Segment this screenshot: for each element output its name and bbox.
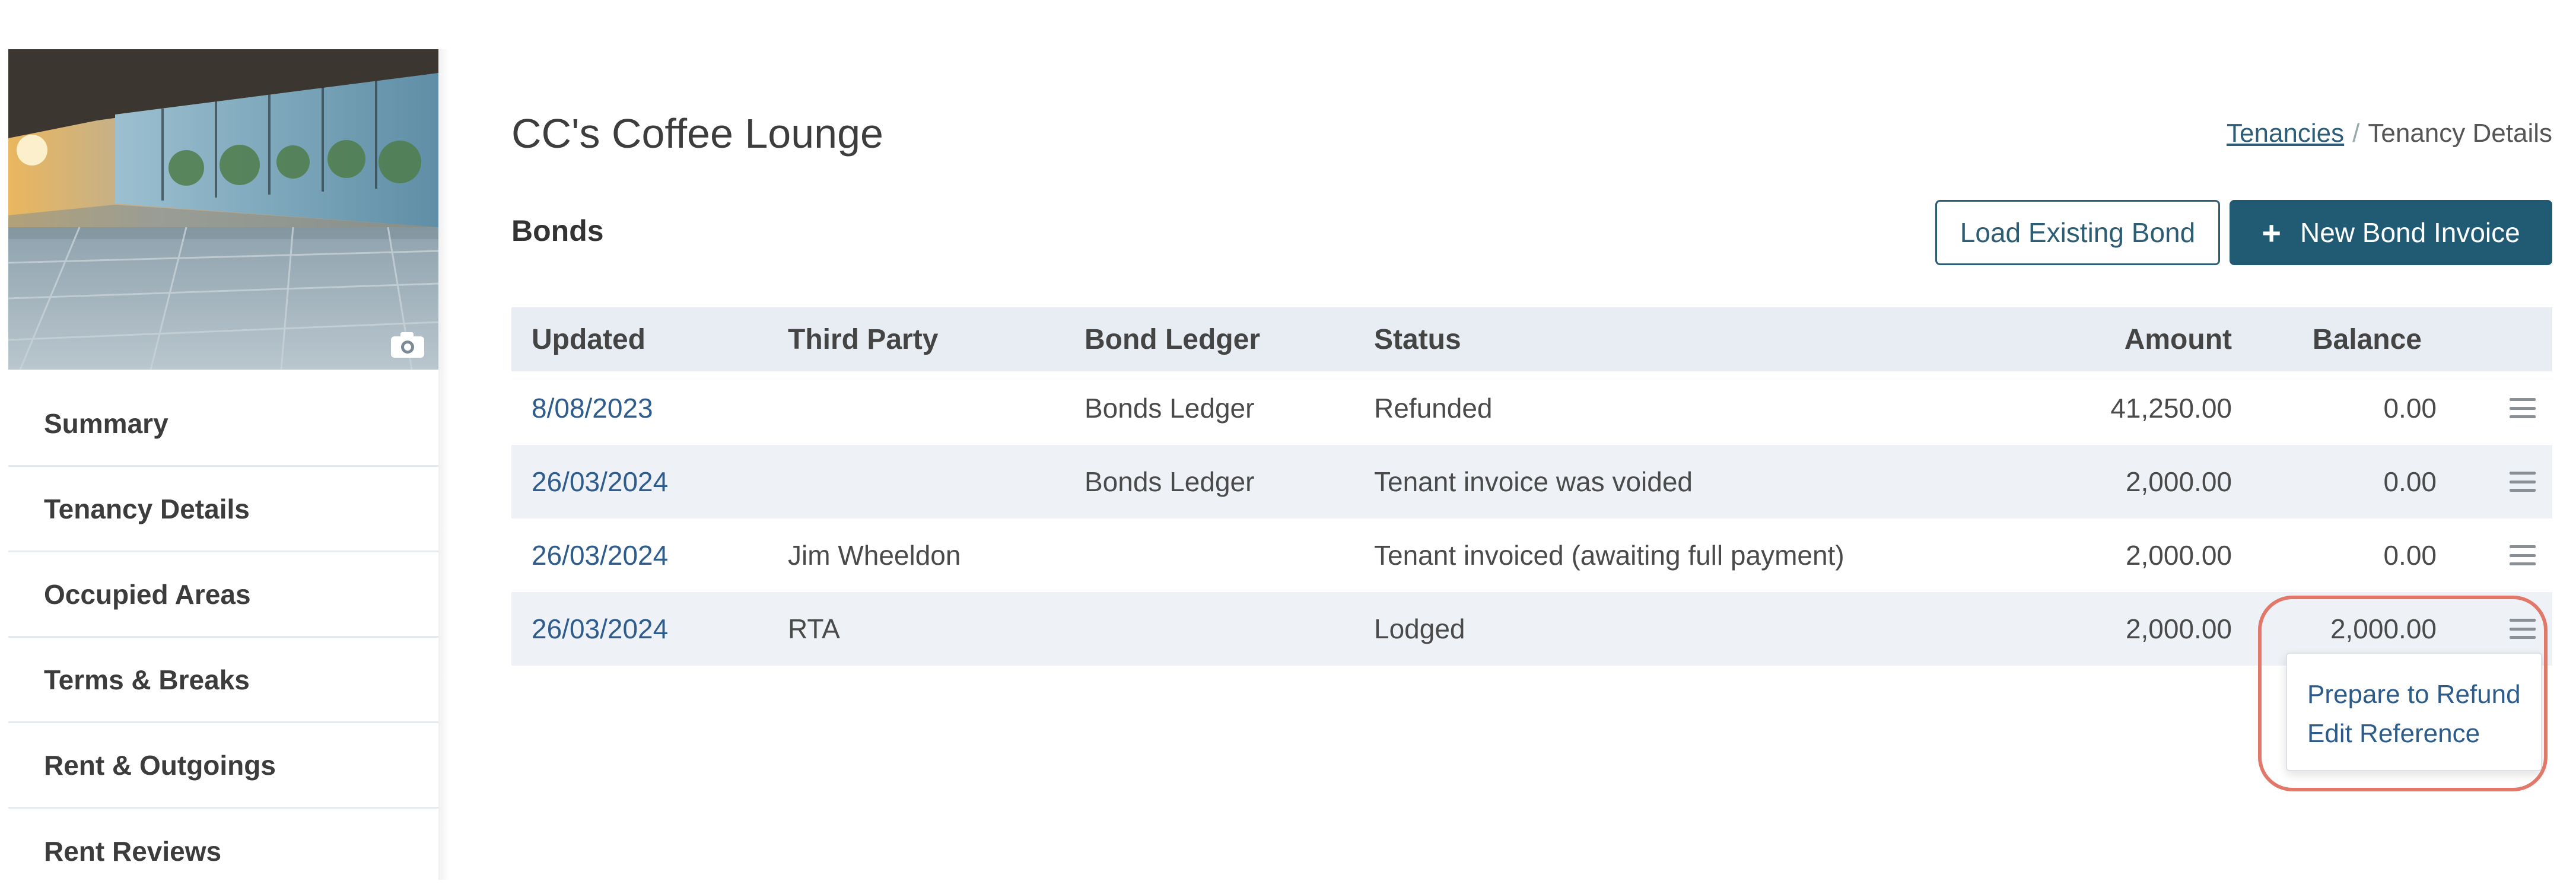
column-header-status[interactable]: Status bbox=[1374, 307, 1461, 371]
cell-amount: 2,000.00 bbox=[2125, 540, 2232, 571]
camera-icon[interactable] bbox=[390, 330, 425, 359]
section-title-bonds: Bonds bbox=[511, 214, 604, 247]
cell-status: Refunded bbox=[1374, 393, 1493, 424]
cell-updated-link[interactable]: 8/08/2023 bbox=[532, 371, 653, 445]
cell-third-party: Jim Wheeldon bbox=[788, 540, 961, 571]
cell-amount: 2,000.00 bbox=[2125, 466, 2232, 497]
cell-balance: 0.00 bbox=[2383, 466, 2437, 497]
column-header-balance[interactable]: Balance bbox=[2313, 307, 2422, 371]
sidebar-item-occupied-areas[interactable]: Occupied Areas bbox=[8, 552, 438, 638]
column-header-amount[interactable]: Amount bbox=[2125, 307, 2232, 371]
sidebar-item-terms-breaks[interactable]: Terms & Breaks bbox=[8, 638, 438, 723]
sidebar-divider bbox=[438, 49, 449, 880]
cell-updated-link[interactable]: 26/03/2024 bbox=[532, 445, 668, 518]
load-existing-bond-button[interactable]: Load Existing Bond bbox=[1935, 200, 2220, 265]
page-title: CC's Coffee Lounge bbox=[511, 110, 883, 157]
bonds-table: Updated Third Party Bond Ledger Status A… bbox=[511, 307, 2552, 666]
row-action-menu: Prepare to Refund Edit Reference bbox=[2286, 653, 2542, 771]
new-bond-invoice-button[interactable]: + New Bond Invoice bbox=[2230, 200, 2552, 265]
cell-third-party: RTA bbox=[788, 613, 840, 644]
cell-status: Tenant invoice was voided bbox=[1374, 466, 1693, 497]
sidebar-item-tenancy-details[interactable]: Tenancy Details bbox=[8, 467, 438, 552]
row-menu-button[interactable] bbox=[2505, 518, 2540, 592]
cell-balance: 0.00 bbox=[2383, 393, 2437, 424]
table-row: 26/03/2024 Bonds Ledger Tenant invoice w… bbox=[511, 445, 2552, 518]
sidebar-item-summary[interactable]: Summary bbox=[8, 381, 438, 467]
property-photo bbox=[8, 49, 438, 370]
cell-bond-ledger: Bonds Ledger bbox=[1085, 393, 1255, 424]
table-row: 26/03/2024 Jim Wheeldon Tenant invoiced … bbox=[511, 518, 2552, 592]
cell-status: Lodged bbox=[1374, 613, 1465, 644]
breadcrumb-link-tenancies[interactable]: Tenancies bbox=[2227, 119, 2344, 148]
new-bond-invoice-label: New Bond Invoice bbox=[2300, 217, 2520, 248]
menu-item-edit-reference[interactable]: Edit Reference bbox=[2307, 719, 2480, 749]
plus-icon: + bbox=[2262, 214, 2281, 252]
row-menu-button[interactable] bbox=[2505, 371, 2540, 445]
breadcrumb-current: Tenancy Details bbox=[2368, 119, 2552, 148]
hamburger-menu-icon bbox=[2510, 545, 2536, 565]
cell-status: Tenant invoiced (awaiting full payment) bbox=[1374, 540, 1844, 571]
menu-item-prepare-to-refund[interactable]: Prepare to Refund bbox=[2307, 680, 2521, 710]
table-row: 8/08/2023 Bonds Ledger Refunded 41,250.0… bbox=[511, 371, 2552, 445]
table-row: 26/03/2024 RTA Lodged 2,000.00 2,000.00 bbox=[511, 592, 2552, 666]
hamburger-menu-icon bbox=[2510, 472, 2536, 492]
cell-updated-link[interactable]: 26/03/2024 bbox=[532, 518, 668, 592]
table-header: Updated Third Party Bond Ledger Status A… bbox=[511, 307, 2552, 371]
hamburger-menu-icon bbox=[2510, 398, 2536, 418]
cell-amount: 2,000.00 bbox=[2125, 613, 2232, 644]
cell-updated-link[interactable]: 26/03/2024 bbox=[532, 592, 668, 666]
sidebar-nav: Summary Tenancy Details Occupied Areas T… bbox=[8, 381, 438, 894]
hamburger-menu-icon bbox=[2510, 619, 2536, 639]
column-header-bond-ledger[interactable]: Bond Ledger bbox=[1085, 307, 1260, 371]
sidebar-item-rent-reviews[interactable]: Rent Reviews bbox=[8, 809, 438, 894]
breadcrumb: Tenancies / Tenancy Details bbox=[2227, 119, 2552, 148]
cell-amount: 41,250.00 bbox=[2110, 393, 2232, 424]
sidebar: Summary Tenancy Details Occupied Areas T… bbox=[8, 49, 438, 880]
row-menu-button[interactable] bbox=[2505, 445, 2540, 518]
breadcrumb-separator: / bbox=[2352, 119, 2360, 148]
column-header-third-party[interactable]: Third Party bbox=[788, 307, 938, 371]
cell-balance: 0.00 bbox=[2383, 540, 2437, 571]
sidebar-item-rent-outgoings[interactable]: Rent & Outgoings bbox=[8, 723, 438, 809]
column-header-updated[interactable]: Updated bbox=[532, 307, 645, 371]
cell-bond-ledger: Bonds Ledger bbox=[1085, 466, 1255, 497]
